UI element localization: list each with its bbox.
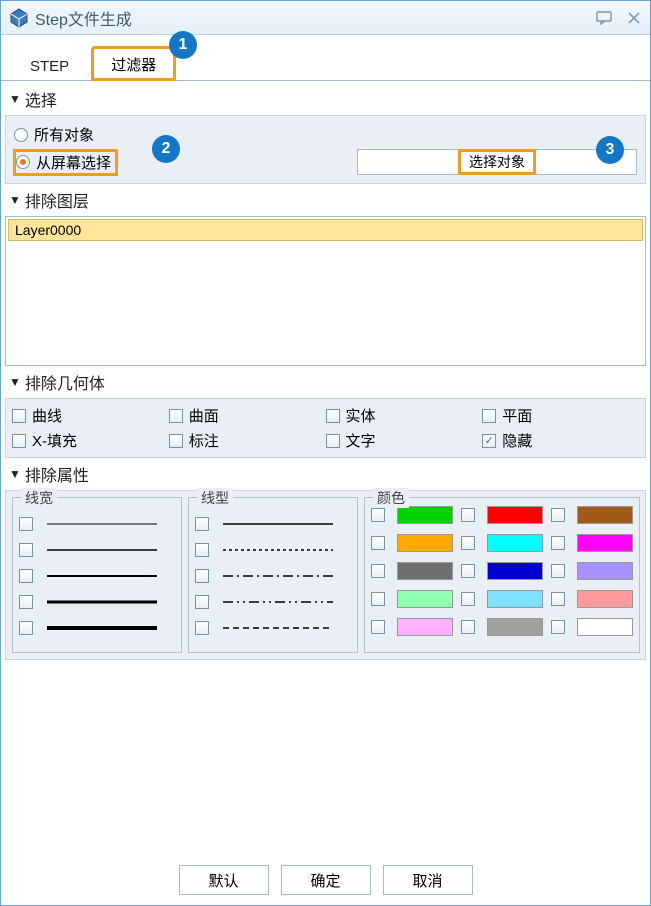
color-swatch-14 xyxy=(577,618,633,636)
checkbox-xfill[interactable] xyxy=(12,434,26,448)
checkbox-color-4[interactable] xyxy=(461,536,475,550)
checkbox-linewidth-4[interactable] xyxy=(19,621,33,635)
linewidth-sample-0 xyxy=(47,516,157,532)
select-object-field[interactable]: 选择对象 3 xyxy=(357,149,637,175)
radio-all-label: 所有对象 xyxy=(34,124,94,145)
checkbox-color-10[interactable] xyxy=(461,592,475,606)
checkbox-color-7[interactable] xyxy=(461,564,475,578)
checkbox-color-9[interactable] xyxy=(371,592,385,606)
checkbox-color-1[interactable] xyxy=(461,508,475,522)
checkbox-color-5[interactable] xyxy=(551,536,565,550)
checkbox-linewidth-2[interactable] xyxy=(19,569,33,583)
checkbox-color-2[interactable] xyxy=(551,508,565,522)
fieldset-linetype: 线型 xyxy=(188,497,358,653)
default-button[interactable]: 默认 xyxy=(179,865,269,895)
section-select-header[interactable]: ▼选择 xyxy=(5,85,646,113)
linetype-sample-2 xyxy=(223,568,333,584)
color-swatch-7 xyxy=(487,562,543,580)
tab-step[interactable]: STEP xyxy=(11,51,88,80)
linetype-sample-0 xyxy=(223,516,333,532)
titlebar: Step文件生成 xyxy=(1,1,650,35)
radio-from-screen[interactable] xyxy=(16,155,30,169)
color-swatch-5 xyxy=(577,534,633,552)
legend-color: 颜色 xyxy=(373,488,409,508)
legend-linetype: 线型 xyxy=(197,488,233,508)
attr-panel: 线宽 线型 颜色 xyxy=(5,490,646,660)
section-select-label: 选择 xyxy=(25,87,57,111)
linewidth-sample-4 xyxy=(47,620,157,636)
linewidth-sample-1 xyxy=(47,542,157,558)
section-exclude-geom-label: 排除几何体 xyxy=(25,370,105,394)
checkbox-linewidth-0[interactable] xyxy=(19,517,33,531)
color-swatch-3 xyxy=(397,534,453,552)
color-swatch-4 xyxy=(487,534,543,552)
close-icon[interactable] xyxy=(626,10,642,26)
checkbox-linetype-0[interactable] xyxy=(195,517,209,531)
checkbox-color-8[interactable] xyxy=(551,564,565,578)
section-exclude-layer-label: 排除图层 xyxy=(25,188,89,212)
window-title: Step文件生成 xyxy=(35,6,596,30)
checkbox-linetype-2[interactable] xyxy=(195,569,209,583)
tab-bar: STEP 过滤器 1 xyxy=(1,35,650,81)
color-swatch-13 xyxy=(487,618,543,636)
section-select-panel: 所有对象 从屏幕选择 2 选择对象 3 xyxy=(5,115,646,184)
legend-linewidth: 线宽 xyxy=(21,488,57,508)
list-item[interactable]: Layer0000 xyxy=(8,219,643,241)
linetype-sample-3 xyxy=(223,594,333,610)
fieldset-color: 颜色 xyxy=(364,497,640,653)
checkbox-text[interactable] xyxy=(326,434,340,448)
checkbox-color-14[interactable] xyxy=(551,620,565,634)
section-exclude-attr-label: 排除属性 xyxy=(25,462,89,486)
checkbox-color-13[interactable] xyxy=(461,620,475,634)
checkbox-color-6[interactable] xyxy=(371,564,385,578)
checkbox-linewidth-3[interactable] xyxy=(19,595,33,609)
radio-all[interactable] xyxy=(14,128,28,142)
checkbox-linewidth-1[interactable] xyxy=(19,543,33,557)
section-exclude-geom-header[interactable]: ▼排除几何体 xyxy=(5,368,646,396)
linetype-sample-4 xyxy=(223,620,333,636)
checkbox-annot[interactable] xyxy=(169,434,183,448)
color-swatch-12 xyxy=(397,618,453,636)
checkbox-solid[interactable] xyxy=(326,409,340,423)
checkbox-linetype-3[interactable] xyxy=(195,595,209,609)
linewidth-sample-3 xyxy=(47,594,157,610)
checkbox-hidden[interactable] xyxy=(482,434,496,448)
checkbox-linetype-4[interactable] xyxy=(195,621,209,635)
linetype-sample-1 xyxy=(223,542,333,558)
color-swatch-9 xyxy=(397,590,453,608)
footer: 默认 确定 取消 xyxy=(1,855,650,905)
radio-from-screen-label: 从屏幕选择 xyxy=(36,152,111,173)
checkbox-linetype-1[interactable] xyxy=(195,543,209,557)
color-swatch-2 xyxy=(577,506,633,524)
section-exclude-attr-header[interactable]: ▼排除属性 xyxy=(5,460,646,488)
checkbox-curve[interactable] xyxy=(12,409,26,423)
tab-filter[interactable]: 过滤器 xyxy=(92,47,175,80)
fieldset-linewidth: 线宽 xyxy=(12,497,182,653)
select-object-label: 选择对象 xyxy=(459,150,535,174)
color-swatch-0 xyxy=(397,506,453,524)
color-swatch-1 xyxy=(487,506,543,524)
feedback-icon[interactable] xyxy=(596,10,612,26)
checkbox-color-12[interactable] xyxy=(371,620,385,634)
checkbox-surface[interactable] xyxy=(169,409,183,423)
layer-list[interactable]: Layer0000 xyxy=(5,216,646,366)
color-swatch-10 xyxy=(487,590,543,608)
app-icon xyxy=(9,8,29,28)
geom-panel: 曲线 曲面 实体 平面 X-填充 标注 文字 隐藏 xyxy=(5,398,646,458)
section-exclude-layer-header[interactable]: ▼排除图层 xyxy=(5,186,646,214)
cancel-button[interactable]: 取消 xyxy=(383,865,473,895)
color-swatch-6 xyxy=(397,562,453,580)
checkbox-color-11[interactable] xyxy=(551,592,565,606)
checkbox-plane[interactable] xyxy=(482,409,496,423)
ok-button[interactable]: 确定 xyxy=(281,865,371,895)
checkbox-color-0[interactable] xyxy=(371,508,385,522)
color-swatch-8 xyxy=(577,562,633,580)
color-swatch-11 xyxy=(577,590,633,608)
checkbox-color-3[interactable] xyxy=(371,536,385,550)
linewidth-sample-2 xyxy=(47,568,157,584)
